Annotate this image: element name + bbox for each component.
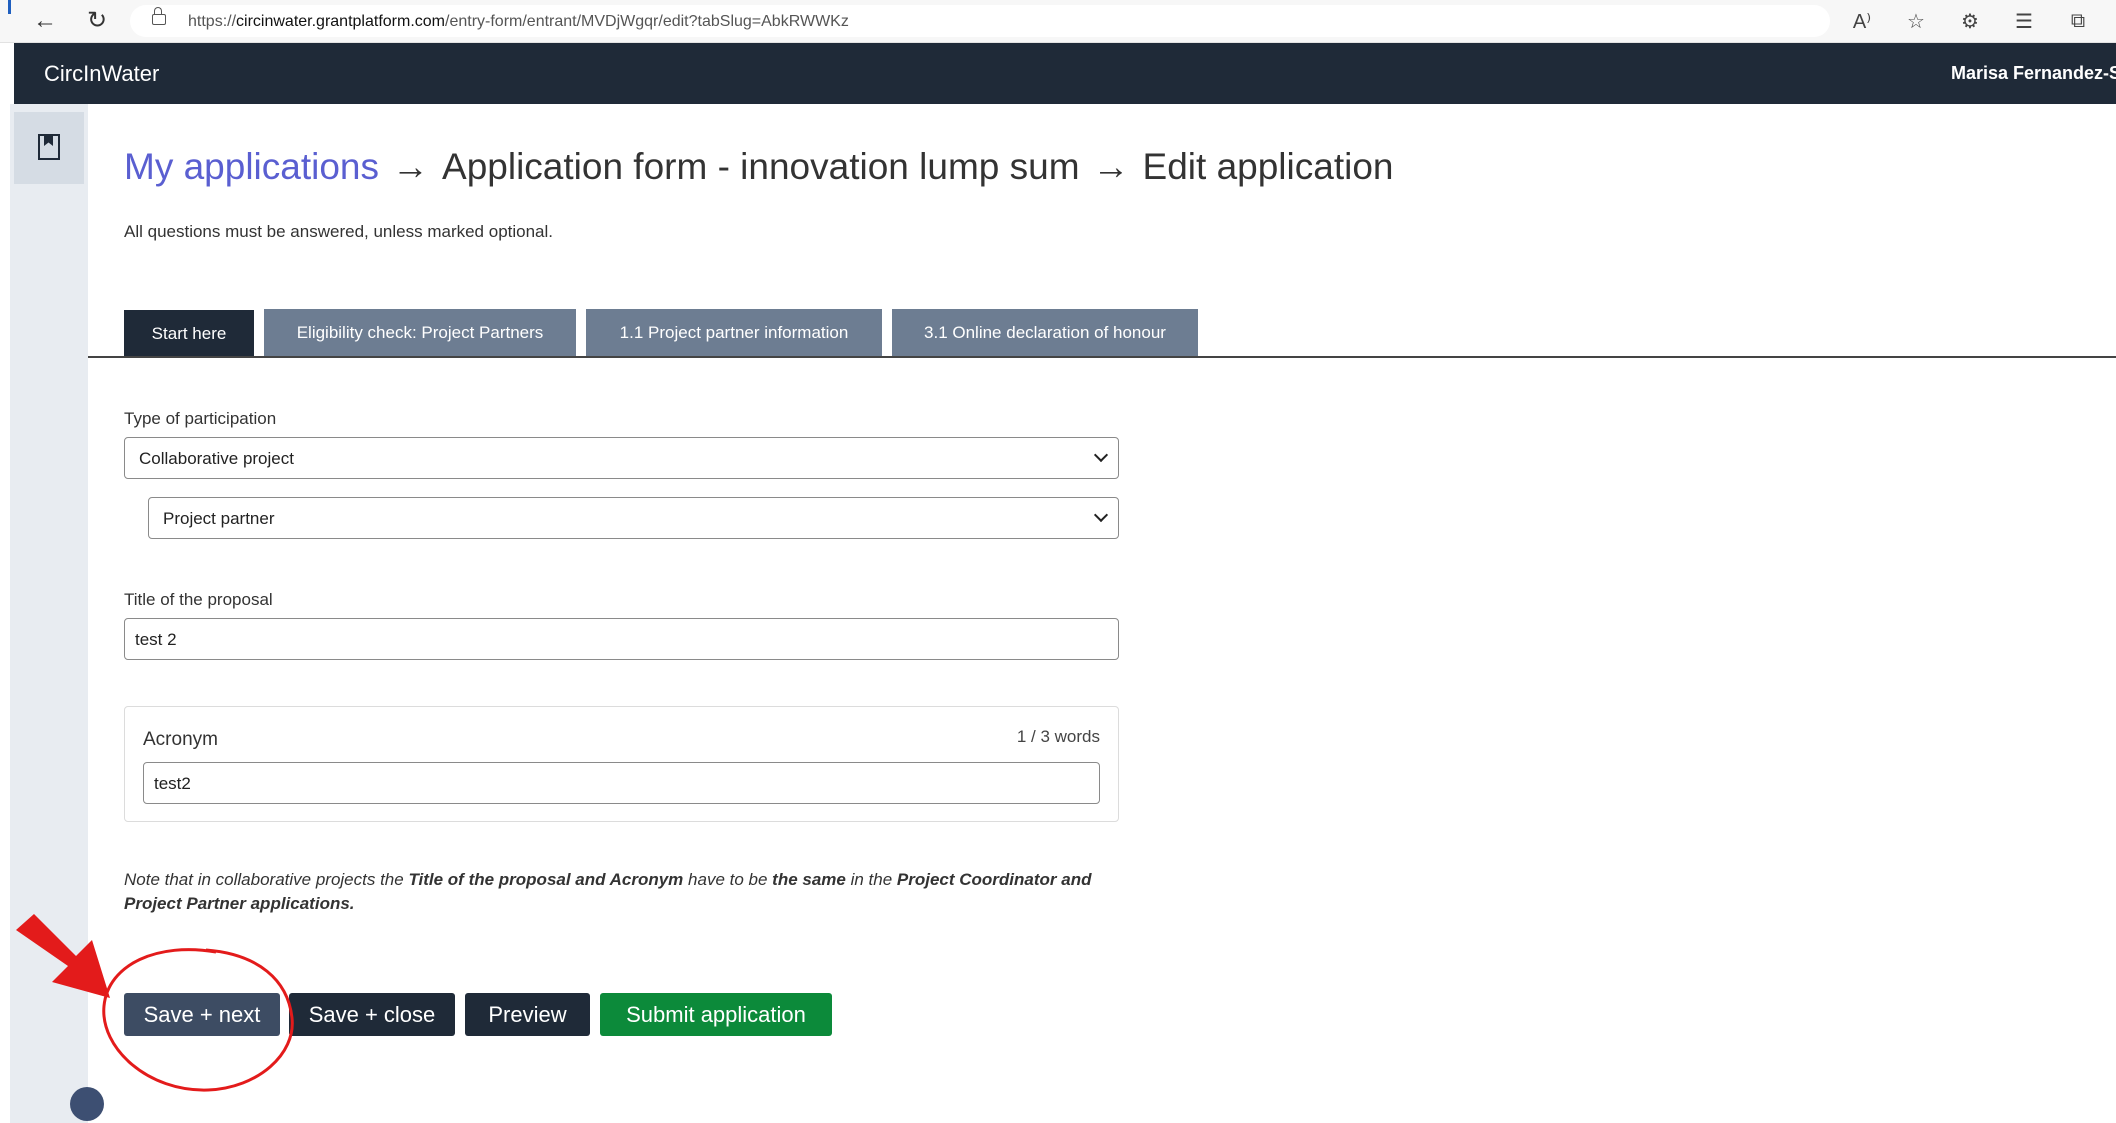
participation-label: Type of participation (124, 409, 277, 428)
submit-application-button[interactable]: Submit application (600, 993, 832, 1036)
read-aloud-icon[interactable]: A⁾ (1848, 9, 1876, 34)
title-label: Title of the proposal (124, 590, 273, 609)
acronym-label: Acronym (143, 729, 218, 750)
window-edge-accent (8, 0, 11, 14)
browser-toolbar: ← ↻ https://circinwater.grantplatform.co… (0, 0, 2116, 43)
user-menu[interactable]: Marisa Fernandez-So (1951, 63, 2116, 84)
breadcrumb-current: Edit application (1142, 146, 1394, 187)
intro-text: All questions must be answered, unless m… (124, 222, 554, 241)
browser-actions: A⁾ ☆ ⚙ ☰ ⧉ (1848, 7, 2092, 35)
breadcrumb-arrow-icon: → (392, 146, 430, 187)
role-select[interactable]: Project partner (148, 497, 1119, 539)
save-close-button[interactable]: Save + close (289, 993, 455, 1036)
participation-select[interactable]: Collaborative project (124, 437, 1119, 479)
chevron-down-icon (1093, 447, 1109, 463)
favorites-icon[interactable]: ☰ (2010, 9, 2038, 34)
note-text: Note that in collaborative projects the … (124, 870, 1092, 913)
breadcrumb: My applications → Application form - innov… (124, 146, 1393, 188)
tab-project-partner-information[interactable]: 1.1 Project partner information (586, 309, 882, 357)
breadcrumb-form: Application form - innovation lump sum (442, 146, 1080, 187)
tab-divider (88, 356, 2116, 358)
extensions-icon[interactable]: ⚙ (1956, 9, 1984, 34)
preview-button[interactable]: Preview (465, 993, 590, 1036)
address-bar[interactable]: https://circinwater.grantplatform.com/en… (130, 5, 1830, 37)
back-arrow-icon[interactable]: ← (30, 6, 60, 36)
breadcrumb-my-applications[interactable]: My applications (124, 146, 379, 187)
app-name[interactable]: CircInWater (44, 61, 159, 87)
role-value: Project partner (163, 509, 275, 528)
add-favorite-icon[interactable]: ☆ (1902, 9, 1930, 34)
annotation-circle (102, 948, 294, 1092)
tab-start-here[interactable]: Start here (124, 310, 254, 358)
chevron-down-icon (1093, 507, 1109, 523)
acronym-word-count: 1 / 3 words (1016, 727, 1100, 746)
participation-value: Collaborative project (139, 449, 294, 468)
acronym-card: Acronym 1 / 3 words test2 (124, 706, 1119, 822)
sidebar-item-applications[interactable] (14, 112, 84, 184)
refresh-icon[interactable]: ↻ (82, 6, 112, 36)
app-header: CircInWater Marisa Fernandez-So (14, 43, 2116, 104)
tab-declaration-of-honour[interactable]: 3.1 Online declaration of honour (892, 309, 1198, 357)
lock-icon (152, 7, 166, 25)
title-input[interactable]: test 2 (124, 618, 1119, 660)
collections-icon[interactable]: ⧉ (2064, 10, 2092, 33)
url-text[interactable]: https://circinwater.grantplatform.com/en… (188, 13, 849, 31)
acronym-input[interactable]: test2 (143, 762, 1100, 804)
breadcrumb-arrow-icon: → (1092, 146, 1130, 187)
bookmark-icon (38, 134, 60, 160)
tab-eligibility-check[interactable]: Eligibility check: Project Partners (264, 309, 576, 357)
